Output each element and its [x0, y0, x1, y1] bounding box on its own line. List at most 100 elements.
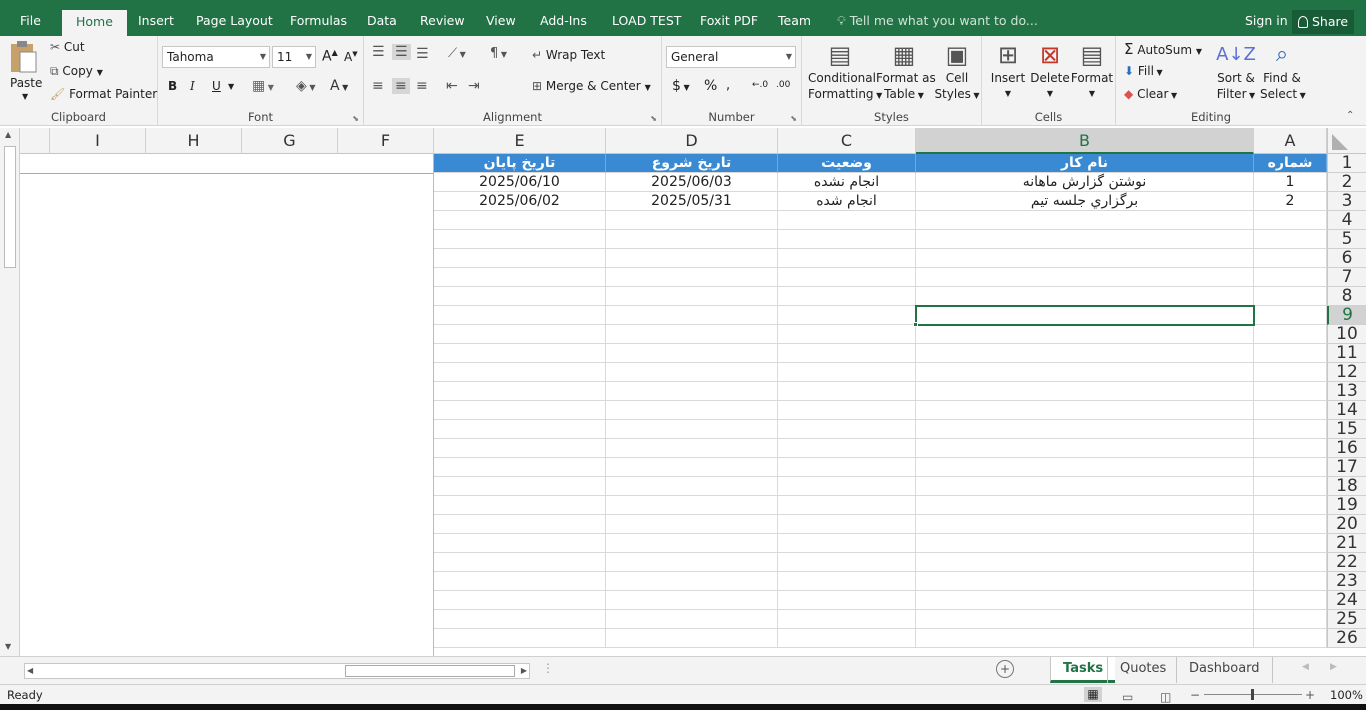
row-header-24[interactable]: 24 — [1327, 591, 1366, 610]
row-header-3[interactable]: 3 — [1327, 192, 1366, 211]
empty-cell[interactable] — [606, 458, 778, 477]
empty-cell[interactable] — [1254, 230, 1327, 249]
column-header-a[interactable]: A — [1254, 128, 1327, 154]
empty-cell[interactable] — [606, 629, 778, 648]
split-handle-icon[interactable]: ⋮ — [542, 661, 554, 675]
empty-cell[interactable] — [606, 439, 778, 458]
empty-cell[interactable] — [1254, 287, 1327, 306]
empty-cell[interactable] — [1254, 610, 1327, 629]
scroll-up-arrow[interactable]: ▲ — [5, 130, 11, 139]
tab-data[interactable]: Data — [367, 0, 397, 36]
decrease-indent-icon[interactable]: ⇤ — [446, 78, 458, 94]
empty-cell[interactable] — [434, 211, 606, 230]
increase-decimal-icon[interactable]: ←.0 — [752, 80, 768, 90]
orientation-icon[interactable]: ⟋ ▼ — [448, 46, 466, 61]
row-header-19[interactable]: 19 — [1327, 496, 1366, 515]
tab-team[interactable]: Team — [778, 0, 811, 36]
empty-cell[interactable] — [1254, 344, 1327, 363]
empty-cell[interactable] — [434, 610, 606, 629]
column-header-e[interactable]: E — [434, 128, 606, 154]
empty-cell[interactable] — [1254, 382, 1327, 401]
align-right-icon[interactable]: ≡ — [416, 78, 428, 94]
empty-cell[interactable] — [916, 439, 1254, 458]
dialog-launcher-icon[interactable]: ⬊ — [790, 114, 797, 123]
empty-cell[interactable] — [434, 439, 606, 458]
empty-cell[interactable] — [1254, 420, 1327, 439]
empty-cell[interactable] — [434, 496, 606, 515]
data-cell-d2[interactable]: 2025/06/03 — [606, 173, 778, 192]
empty-cell[interactable] — [606, 610, 778, 629]
empty-cell[interactable] — [916, 325, 1254, 344]
empty-cell[interactable] — [434, 230, 606, 249]
empty-cell[interactable] — [606, 572, 778, 591]
empty-cell[interactable] — [916, 572, 1254, 591]
empty-cell[interactable] — [606, 515, 778, 534]
data-cell-c3[interactable]: انجام شده — [778, 192, 916, 211]
empty-cell[interactable] — [778, 439, 916, 458]
zoom-level[interactable]: 100% — [1330, 685, 1363, 705]
data-cell-d3[interactable]: 2025/05/31 — [606, 192, 778, 211]
empty-cell[interactable] — [916, 344, 1254, 363]
empty-cell[interactable] — [1254, 268, 1327, 287]
empty-cell[interactable] — [778, 610, 916, 629]
empty-cell[interactable] — [916, 591, 1254, 610]
row-header-22[interactable]: 22 — [1327, 553, 1366, 572]
empty-cell[interactable] — [1254, 515, 1327, 534]
column-header-partial[interactable] — [20, 128, 50, 154]
currency-icon[interactable]: $ ▼ — [672, 78, 690, 94]
horizontal-scroll-thumb[interactable] — [345, 665, 515, 677]
empty-cell[interactable] — [1254, 572, 1327, 591]
tell-me-search[interactable]: 💡︎ Tell me what you want to do... — [837, 0, 1038, 36]
scroll-left-arrow[interactable]: ◀ — [27, 664, 33, 678]
empty-cell[interactable] — [916, 363, 1254, 382]
empty-cell[interactable] — [778, 401, 916, 420]
empty-cell[interactable] — [606, 363, 778, 382]
dialog-launcher-icon[interactable]: ⬊ — [650, 114, 657, 123]
column-header-f[interactable]: F — [338, 128, 434, 154]
header-cell-e[interactable]: تاریخ پایان — [434, 154, 606, 173]
column-header-h[interactable]: H — [146, 128, 242, 154]
empty-cell[interactable] — [434, 515, 606, 534]
bottom-align-icon[interactable]: ☰ — [416, 46, 429, 62]
column-header-b[interactable]: B — [916, 128, 1254, 154]
empty-cell[interactable] — [434, 553, 606, 572]
row-header-21[interactable]: 21 — [1327, 534, 1366, 553]
collapse-ribbon-icon[interactable]: ⌃ — [1346, 110, 1354, 121]
underline-dropdown[interactable]: ▼ — [228, 82, 234, 91]
data-cell-e3[interactable]: 2025/06/02 — [434, 192, 606, 211]
font-name-select[interactable]: Tahoma ▼ — [162, 46, 270, 68]
empty-cell[interactable] — [434, 420, 606, 439]
empty-cell[interactable] — [1254, 363, 1327, 382]
empty-cell[interactable] — [434, 306, 606, 325]
clear-button[interactable]: ◆ Clear ▼ — [1124, 87, 1177, 101]
empty-cell[interactable] — [916, 553, 1254, 572]
empty-cell[interactable] — [778, 325, 916, 344]
empty-cell[interactable] — [434, 534, 606, 553]
empty-cell[interactable] — [1254, 553, 1327, 572]
empty-cell[interactable] — [606, 477, 778, 496]
wrap-text-button[interactable]: ↵ Wrap Text — [532, 48, 605, 62]
empty-cell[interactable] — [1254, 534, 1327, 553]
row-header-18[interactable]: 18 — [1327, 477, 1366, 496]
scroll-thumb[interactable] — [4, 146, 16, 268]
empty-cell[interactable] — [434, 363, 606, 382]
empty-cell[interactable] — [916, 496, 1254, 515]
top-align-icon[interactable]: ☰ — [372, 44, 385, 60]
empty-cell[interactable] — [1254, 211, 1327, 230]
empty-cell[interactable] — [434, 401, 606, 420]
empty-cell[interactable] — [778, 477, 916, 496]
empty-cell[interactable] — [434, 325, 606, 344]
sheet-tab-dashboard[interactable]: Dashboard — [1176, 657, 1273, 683]
row-header-12[interactable]: 12 — [1327, 363, 1366, 382]
tab-foxit-pdf[interactable]: Foxit PDF — [700, 0, 758, 36]
empty-cell[interactable] — [778, 382, 916, 401]
data-cell-b3[interactable]: برگزاري جلسه تيم — [916, 192, 1254, 211]
cell-styles-button[interactable]: ▣ Cell Styles ▼ — [934, 40, 980, 104]
empty-cell[interactable] — [916, 420, 1254, 439]
empty-cell[interactable] — [606, 553, 778, 572]
fill-handle[interactable] — [913, 322, 918, 327]
empty-cell[interactable] — [434, 572, 606, 591]
empty-cell[interactable] — [916, 287, 1254, 306]
header-cell-c[interactable]: وضعیت — [778, 154, 916, 173]
column-header-i[interactable]: I — [50, 128, 146, 154]
